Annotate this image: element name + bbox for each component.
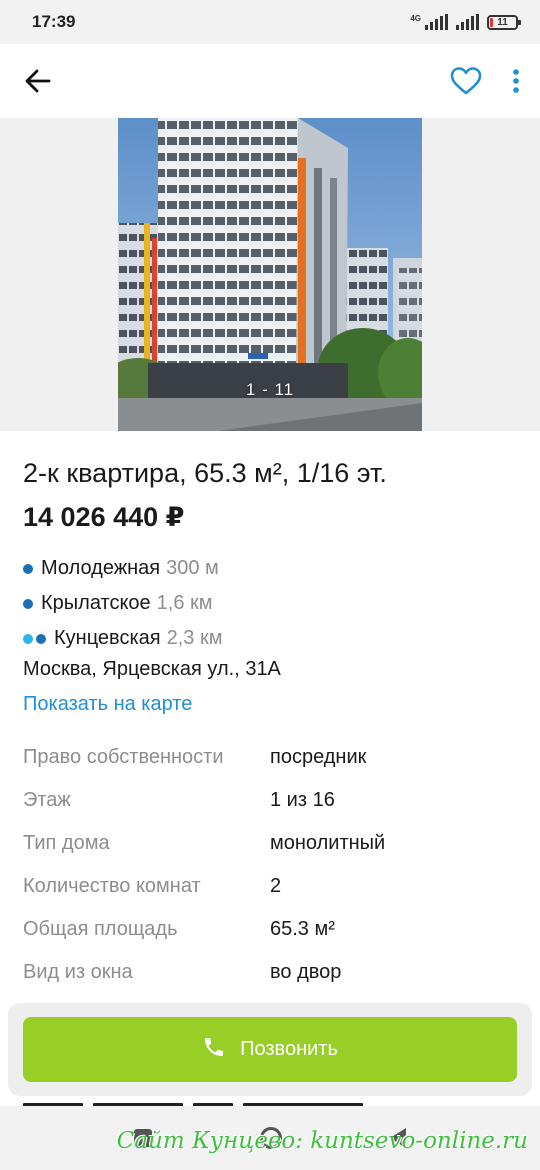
param-row: Вид из окна во двор [23, 951, 517, 994]
metro-name: Молодежная [41, 557, 161, 579]
battery-icon: 11 [487, 14, 521, 30]
listing-price: 14 026 440 ₽ [23, 502, 185, 532]
metro-line-icon [36, 633, 46, 644]
call-button-label: Позвонить [240, 1038, 338, 1060]
param-value: 2 [270, 875, 282, 897]
arrow-left-icon[interactable] [24, 67, 52, 95]
status-bar: 17:39 4G 11 [0, 0, 540, 44]
metro-distance: 2,3 км [166, 627, 223, 649]
signal-icon [456, 14, 479, 30]
listing-title: 2-к квартира, 65.3 м², 1/16 эт. [23, 458, 387, 488]
status-icons: 4G 11 [410, 14, 521, 30]
param-value: посредник [270, 746, 367, 768]
param-key: Вид из окна [23, 961, 133, 983]
metro-station: Молодежная 300 м [23, 557, 219, 580]
param-row: Общая площадь 65.3 м² [23, 908, 517, 951]
heart-icon[interactable] [450, 66, 482, 96]
metro-line-icon [23, 633, 33, 644]
app-bar [0, 44, 540, 118]
screen: 17:39 4G 11 1 - 11 2-к квартира, 65.3 м²… [0, 0, 540, 1170]
phone-icon [202, 1035, 226, 1064]
description-peek [23, 1094, 517, 1106]
param-key: Количество комнат [23, 875, 201, 897]
photo-counter: 1 - 11 [245, 380, 295, 399]
param-key: Этаж [23, 789, 71, 811]
metro-name: Крылатское [41, 592, 151, 614]
metro-station: Крылатское 1,6 км [23, 592, 213, 615]
param-row: Право собственности посредник [23, 736, 517, 779]
photo-gallery[interactable]: 1 - 11 [0, 118, 540, 431]
app-bar-actions [450, 66, 520, 96]
param-value: 1 из 16 [270, 789, 335, 811]
address: Москва, Ярцевская ул., 31А [23, 658, 281, 680]
param-value: монолитный [270, 832, 386, 854]
param-value: во двор [270, 961, 342, 983]
call-button[interactable]: Позвонить [23, 1017, 517, 1082]
metro-distance: 300 м [166, 557, 219, 579]
metro-name: Кунцевская [54, 627, 161, 649]
more-vertical-icon[interactable] [512, 68, 520, 94]
metro-station: Кунцевская 2,3 км [23, 627, 222, 650]
param-key: Право собственности [23, 746, 224, 768]
metro-line-icon [23, 598, 33, 609]
param-row: Количество комнат 2 [23, 865, 517, 908]
param-key: Общая площадь [23, 918, 178, 940]
watermark: Сайт Кунцево: kuntsevo-online.ru [116, 1128, 528, 1154]
network-type: 4G [410, 14, 421, 23]
param-row: Тип дома монолитный [23, 822, 517, 865]
param-value: 65.3 м² [270, 918, 335, 940]
param-key: Тип дома [23, 832, 110, 854]
signal-icon [425, 14, 448, 30]
metro-distance: 1,6 км [156, 592, 213, 614]
param-row: Этаж 1 из 16 [23, 779, 517, 822]
call-panel: Позвонить [8, 1003, 532, 1096]
params-list: Право собственности посредник Этаж 1 из … [23, 736, 517, 994]
battery-level: 11 [497, 16, 508, 28]
show-on-map-link[interactable]: Показать на карте [23, 693, 192, 716]
metro-line-icon [23, 563, 33, 574]
status-time: 17:39 [32, 12, 76, 31]
